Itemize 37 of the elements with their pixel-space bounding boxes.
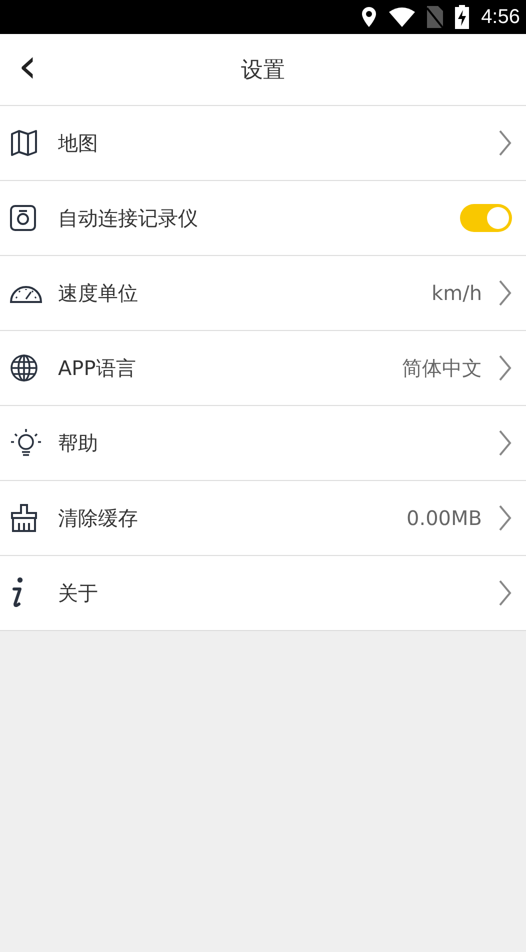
page-title: 设置 (241, 56, 285, 84)
map-icon (10, 130, 38, 156)
row-label: 速度单位 (58, 280, 139, 306)
chevron-right-icon (498, 505, 512, 531)
clock-time: 4:56 (481, 6, 520, 28)
location-icon (361, 7, 378, 27)
camera-icon (10, 205, 36, 231)
settings-row[interactable]: 地图 (0, 106, 526, 181)
row-label: 关于 (58, 580, 99, 606)
settings-row[interactable]: APP语言 简体中文 (0, 331, 526, 406)
toggle-switch[interactable] (460, 204, 512, 232)
row-value: 简体中文 (402, 354, 482, 382)
row-label: 地图 (58, 130, 99, 156)
no-sim-icon (427, 6, 444, 28)
back-button[interactable]: ‹ (12, 46, 44, 86)
row-label: APP语言 (58, 354, 137, 382)
speedometer-icon (10, 283, 42, 303)
row-label: 自动连接记录仪 (58, 204, 199, 232)
row-value: 0.00MB (406, 506, 482, 530)
row-label: 清除缓存 (58, 504, 139, 532)
battery-icon (455, 5, 470, 29)
wifi-icon (389, 7, 416, 27)
settings-row[interactable]: 速度单位 km/h (0, 256, 526, 331)
chevron-right-icon (498, 130, 512, 156)
row-value: km/h (432, 281, 482, 305)
chevron-right-icon (498, 580, 512, 606)
settings-row[interactable]: 清除缓存 0.00MB (0, 481, 526, 556)
globe-icon (10, 354, 38, 382)
settings-row[interactable]: 关于 (0, 556, 526, 631)
row-label: 帮助 (58, 430, 99, 456)
chevron-right-icon (498, 280, 512, 306)
chevron-right-icon (498, 430, 512, 456)
chevron-right-icon (498, 355, 512, 381)
settings-row[interactable]: 自动连接记录仪 (0, 181, 526, 256)
broom-icon (10, 504, 38, 532)
light-bulb-icon (10, 428, 42, 458)
settings-row[interactable]: 帮助 (0, 406, 526, 481)
